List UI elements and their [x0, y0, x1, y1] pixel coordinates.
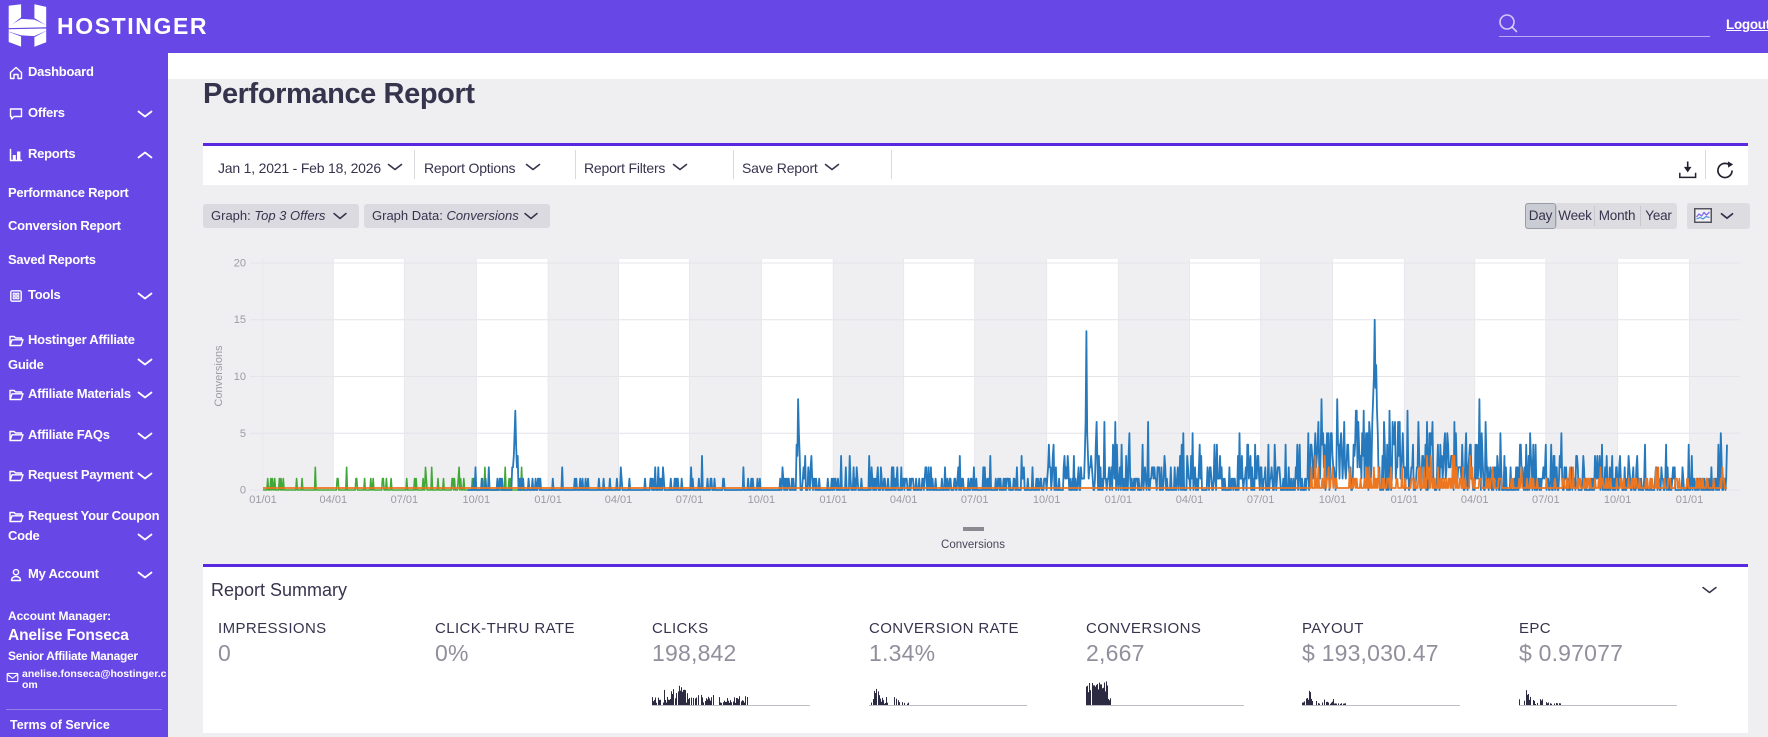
svg-text:0: 0 [240, 485, 246, 497]
svg-text:07/01: 07/01 [961, 494, 989, 506]
svg-text:10/01: 10/01 [748, 494, 776, 506]
svg-text:15: 15 [234, 314, 246, 326]
svg-text:04/01: 04/01 [890, 494, 918, 506]
svg-text:5: 5 [240, 428, 246, 440]
svg-text:10: 10 [234, 371, 246, 383]
svg-text:01/01: 01/01 [249, 494, 277, 506]
svg-text:Conversions: Conversions [213, 345, 225, 407]
svg-text:07/01: 07/01 [1532, 494, 1560, 506]
svg-text:01/01: 01/01 [534, 494, 562, 506]
svg-text:04/01: 04/01 [605, 494, 633, 506]
svg-text:07/01: 07/01 [1247, 494, 1275, 506]
svg-text:01/01: 01/01 [820, 494, 848, 506]
svg-text:10/01: 10/01 [1033, 494, 1061, 506]
svg-text:10/01: 10/01 [463, 494, 491, 506]
svg-text:04/01: 04/01 [320, 494, 348, 506]
svg-text:20: 20 [234, 258, 246, 270]
svg-text:01/01: 01/01 [1105, 494, 1133, 506]
svg-text:Conversions: Conversions [941, 539, 1005, 551]
svg-text:07/01: 07/01 [676, 494, 704, 506]
svg-text:01/01: 01/01 [1676, 494, 1704, 506]
svg-text:10/01: 10/01 [1604, 494, 1632, 506]
svg-text:07/01: 07/01 [391, 494, 419, 506]
svg-text:04/01: 04/01 [1461, 494, 1489, 506]
svg-text:04/01: 04/01 [1176, 494, 1204, 506]
svg-text:01/01: 01/01 [1391, 494, 1419, 506]
svg-text:10/01: 10/01 [1319, 494, 1347, 506]
